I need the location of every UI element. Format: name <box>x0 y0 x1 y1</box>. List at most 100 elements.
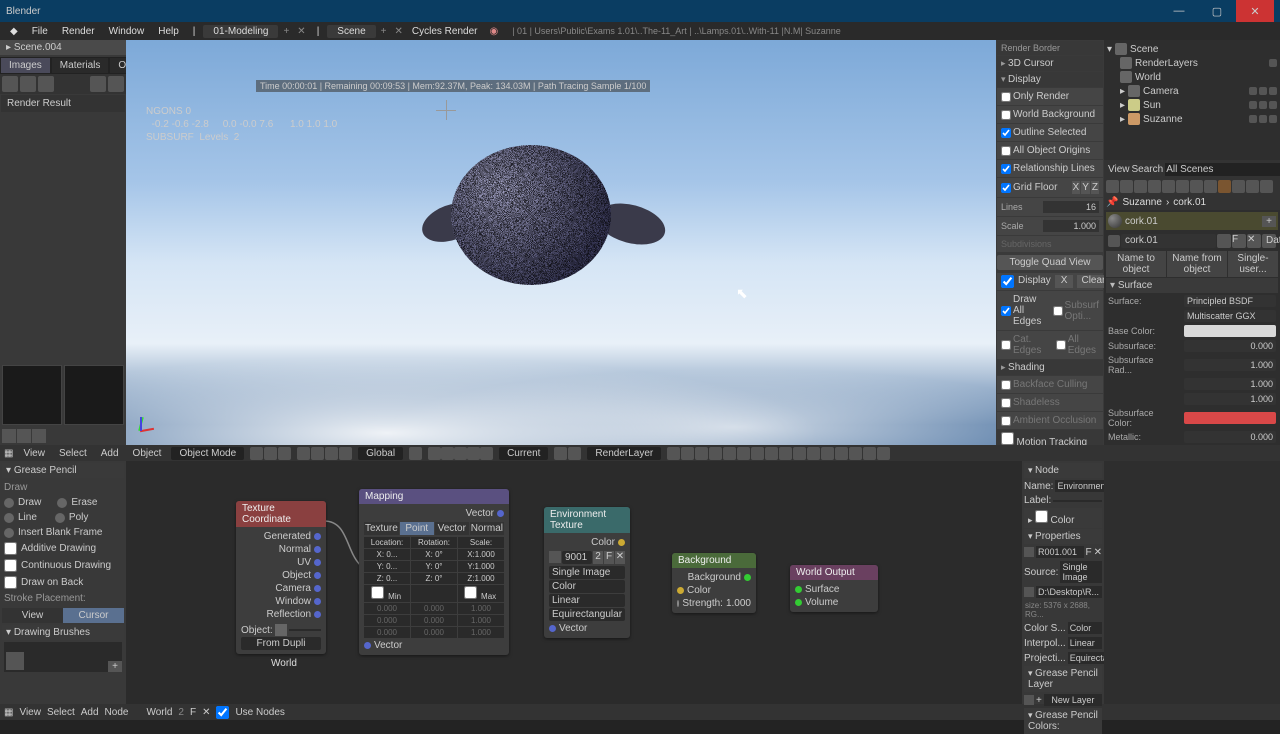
node-label-field[interactable] <box>1053 500 1102 502</box>
ctx-data-icon[interactable] <box>1204 180 1217 193</box>
gp-insert-button[interactable]: Insert Blank Frame <box>18 527 102 538</box>
hi8[interactable] <box>765 447 778 460</box>
axis-z[interactable]: Z <box>1091 181 1099 194</box>
layer-btn-3[interactable] <box>454 447 467 460</box>
hi5[interactable] <box>723 447 736 460</box>
clear-button[interactable]: Clear <box>1077 275 1104 288</box>
map-tab-point[interactable]: Point <box>400 522 434 535</box>
stroke-cursor[interactable]: Cursor <box>63 608 124 623</box>
img-icon[interactable] <box>1024 547 1034 557</box>
loc-z[interactable]: Z: 0... <box>364 573 410 584</box>
continuous-check[interactable] <box>4 559 17 572</box>
axis-x[interactable]: X <box>1072 181 1081 194</box>
outliner-search-menu[interactable]: Search <box>1132 164 1164 175</box>
3d-viewport[interactable]: Time 00:00:01 | Remaining 00:09:53 | Mem… <box>126 40 996 445</box>
breadcrumb-object[interactable]: Suzanne <box>1122 197 1161 208</box>
scene-tab[interactable]: Scene <box>327 25 375 38</box>
rn-properties[interactable]: ▾ Properties <box>1024 529 1102 544</box>
new-layer-button[interactable]: New Layer <box>1044 694 1102 706</box>
loc-x[interactable]: X: 0... <box>364 549 410 560</box>
filter-icon[interactable] <box>2 76 18 92</box>
layer-btn-5[interactable] <box>480 447 493 460</box>
min-check[interactable] <box>371 586 384 599</box>
material-slot[interactable]: cork.01 <box>1125 216 1158 227</box>
node-texture-coordinate[interactable]: Texture Coordinate Generated Normal UV O… <box>236 501 326 654</box>
ctx-constraint-icon[interactable] <box>1176 180 1189 193</box>
projection-field[interactable]: Equirectangular <box>549 608 625 621</box>
socket-wo-surface[interactable] <box>795 586 802 593</box>
ctx-renderlayer-icon[interactable] <box>1120 180 1133 193</box>
backface-check[interactable] <box>1001 380 1011 390</box>
arrow-right-icon[interactable] <box>17 429 31 443</box>
socket-bg-color[interactable] <box>677 587 684 594</box>
map-tab-vector[interactable]: Vector <box>435 522 469 535</box>
rn-gp-layer[interactable]: ▾ Grease Pencil Layer <box>1024 666 1102 692</box>
socket-window[interactable] <box>314 598 321 605</box>
hi9[interactable] <box>779 447 792 460</box>
all-edges-check[interactable] <box>1056 340 1066 350</box>
orientation-selector[interactable]: Global <box>358 447 403 460</box>
hi1[interactable] <box>667 447 680 460</box>
node-background[interactable]: Background Background Color Strength:1.0… <box>672 553 756 613</box>
map-tab-normal[interactable]: Normal <box>470 522 504 535</box>
socket-generated[interactable] <box>314 533 321 540</box>
ctx-object-icon[interactable] <box>1162 180 1175 193</box>
gp-header[interactable]: ▾ Grease Pencil <box>2 463 124 478</box>
socket-object[interactable] <box>314 572 321 579</box>
hi7[interactable] <box>751 447 764 460</box>
image-browse-icon[interactable] <box>549 551 561 563</box>
window-minimize[interactable]: — <box>1160 0 1198 22</box>
socket-normal[interactable] <box>314 546 321 553</box>
layer-btn-1[interactable] <box>428 447 441 460</box>
folder-icon[interactable] <box>1024 587 1034 597</box>
socket-mapping-out[interactable] <box>497 510 504 517</box>
socket-camera[interactable] <box>314 585 321 592</box>
socket-env-color[interactable] <box>618 539 625 546</box>
section-display[interactable]: ▾ Display <box>997 72 1103 87</box>
single-user-button[interactable]: Single-user... <box>1228 251 1278 277</box>
ctx-scene-icon[interactable] <box>1134 180 1147 193</box>
socket-mapping-in[interactable] <box>364 642 371 649</box>
gp-poly-button[interactable]: Poly <box>69 512 88 523</box>
nh-node[interactable]: Node <box>105 707 129 718</box>
material-browse-icon[interactable] <box>1108 235 1120 247</box>
scale-z[interactable]: Z:1.000 <box>458 573 504 584</box>
lines-field[interactable]: 16 <box>1043 201 1099 213</box>
sort-icon[interactable] <box>90 76 106 92</box>
all-origins-check[interactable] <box>1001 146 1011 156</box>
ctx-material-icon[interactable] <box>1218 180 1231 193</box>
node-world-output[interactable]: World Output Surface Volume <box>790 565 878 612</box>
world-datablock[interactable]: World <box>146 707 172 718</box>
node-editor-canvas[interactable]: Texture Coordinate Generated Normal UV O… <box>126 461 1022 704</box>
view-icon[interactable] <box>38 76 54 92</box>
interp-field[interactable]: Linear <box>1068 637 1102 649</box>
gp-line-button[interactable]: Line <box>18 512 37 523</box>
subsurf-opt-check[interactable] <box>1053 306 1063 316</box>
cs-field[interactable]: Color <box>1068 622 1102 634</box>
hi6[interactable] <box>737 447 750 460</box>
node-mapping[interactable]: Mapping Vector TexturePointVectorNormal … <box>359 489 509 655</box>
stroke-view[interactable]: View <box>2 608 63 623</box>
x-button[interactable]: X <box>1055 275 1074 288</box>
proportional-icon[interactable] <box>568 447 581 460</box>
sss-rad-1[interactable]: 1.000 <box>1184 359 1276 371</box>
editor-type-icon[interactable]: ▦ <box>4 448 13 459</box>
layers-icon[interactable] <box>409 447 422 460</box>
mode-selector[interactable]: Object Mode <box>171 447 244 460</box>
menu-window[interactable]: Window <box>103 26 151 37</box>
outliner-scene[interactable]: Scene <box>1130 44 1158 55</box>
img-name-field[interactable]: R001.001 <box>1036 546 1084 558</box>
menu-file[interactable]: File <box>26 26 54 37</box>
rn-node[interactable]: ▾ Node <box>1024 463 1102 478</box>
outliner-world[interactable]: World <box>1135 72 1161 83</box>
mat-unlink-icon[interactable]: ✕ <box>1247 234 1261 248</box>
ctx-world-icon[interactable] <box>1148 180 1161 193</box>
layout-close-icon[interactable]: ✕ <box>294 26 308 37</box>
world-bg-check[interactable] <box>1001 110 1011 120</box>
subsurface-field[interactable]: 0.000 <box>1184 340 1276 352</box>
world-unlink[interactable]: ✕ <box>202 707 210 718</box>
outliner-view-menu[interactable]: View <box>1108 164 1130 175</box>
image-fake-icon[interactable]: F <box>604 551 614 564</box>
interpolation-field[interactable]: Linear <box>549 594 625 607</box>
img-source-field[interactable]: Single Image <box>1060 561 1102 583</box>
